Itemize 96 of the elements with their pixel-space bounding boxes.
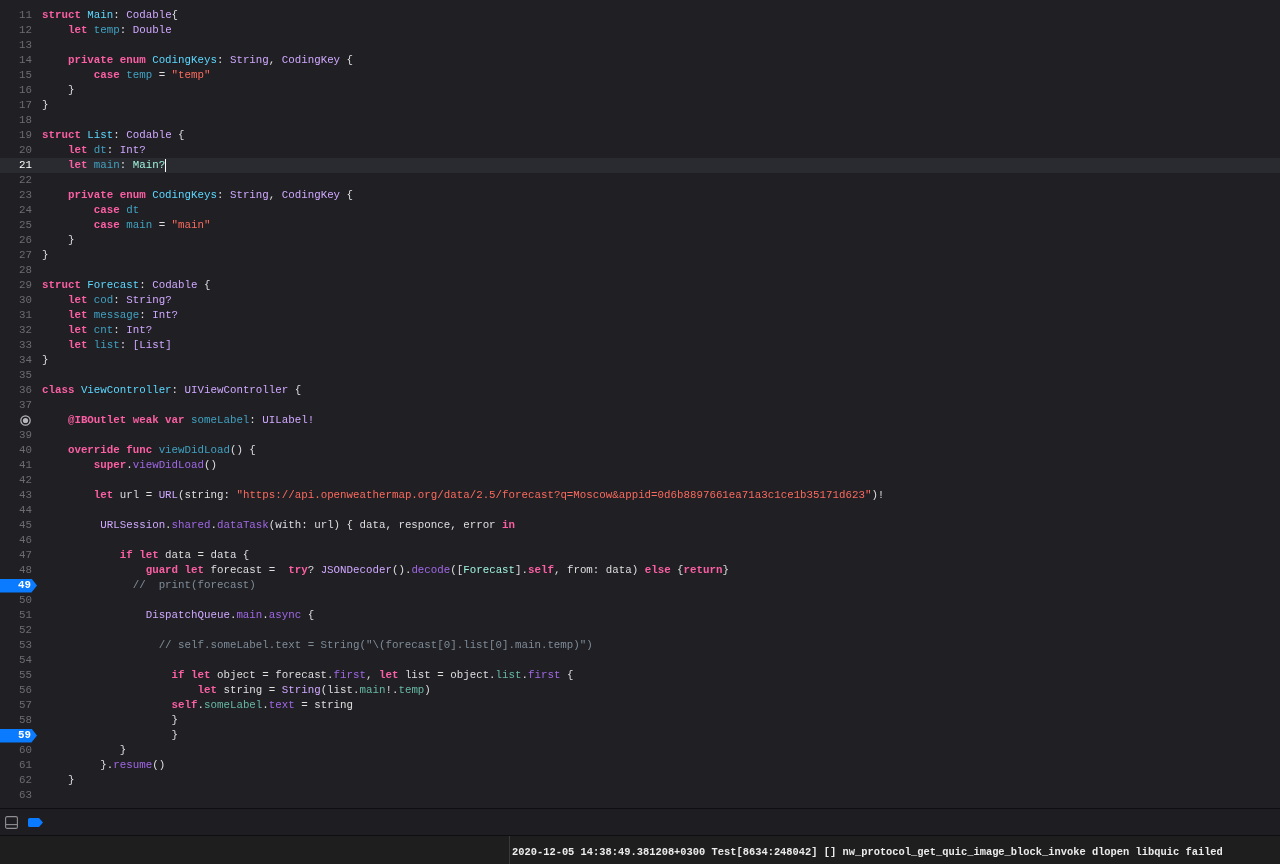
- code-line: }: [66, 233, 75, 249]
- line-number: 63: [19, 788, 32, 804]
- code-line: super.viewDidLoad(): [92, 458, 217, 474]
- line-number: 26: [19, 233, 32, 249]
- line-number: 18: [19, 113, 32, 129]
- panel-toggle-icon[interactable]: [5, 815, 18, 829]
- line-number: 23: [19, 188, 32, 204]
- line-number: 31: [19, 308, 32, 324]
- code-line: if let data = data {: [118, 548, 250, 564]
- code-line: guard let forecast = try? JSONDecoder().decode([Forecast].self, from: data) else {return}: [144, 563, 729, 579]
- outlet-connection-icon[interactable]: [20, 415, 31, 426]
- line-number: 47: [19, 548, 32, 564]
- code-line: struct Forecast: Codable {: [42, 278, 211, 294]
- code-line: }: [66, 773, 75, 789]
- code-line: self.someLabel.text = string: [170, 698, 354, 714]
- line-number: 13: [19, 38, 32, 54]
- code-line: let string = String(list.main!.temp): [196, 683, 431, 699]
- line-number: 50: [19, 593, 32, 609]
- line-number: 17: [19, 98, 32, 114]
- line-number: 20: [19, 143, 32, 159]
- code-line: }: [170, 713, 179, 729]
- console-output: 2020-12-05 14:38:49.381208+0300 Test[8634:248042] [] nw_protocol_get_quic_image_block_invoke dlopen libquic failed: [512, 846, 1223, 858]
- code-line: let list: [List]: [66, 338, 172, 354]
- breakpoint-toggle-icon[interactable]: [28, 817, 43, 827]
- line-number: 30: [19, 293, 32, 309]
- line-number: 27: [19, 248, 32, 264]
- line-number: 60: [19, 743, 32, 759]
- line-number: 45: [19, 518, 32, 534]
- code-line: }: [170, 728, 179, 744]
- code-line: private enum CodingKeys: String, CodingKey {: [66, 53, 354, 69]
- code-line: @IBOutlet weak var someLabel: UILabel!: [66, 413, 315, 429]
- code-line: let dt: Int?: [66, 143, 146, 159]
- code-line: let cnt: Int?: [66, 323, 153, 339]
- code-line: let message: Int?: [66, 308, 179, 324]
- line-number: 57: [19, 698, 32, 714]
- line-number: 54: [19, 653, 32, 669]
- code-line: case dt: [92, 203, 140, 219]
- code-line: // self.someLabel.text = String("\(forecast[0].list[0].main.temp)"): [157, 638, 593, 654]
- line-number: 62: [19, 773, 32, 789]
- code-line: struct List: Codable {: [42, 128, 185, 144]
- line-number: 58: [19, 713, 32, 729]
- line-number: 19: [19, 128, 32, 144]
- code-line: // print(forecast): [131, 578, 256, 594]
- code-line: private enum CodingKeys: String, CodingKey {: [66, 188, 354, 204]
- text-cursor: [165, 159, 167, 172]
- code-line: case main = "main": [92, 218, 211, 234]
- line-number: 53: [19, 638, 32, 654]
- line-number: 51: [19, 608, 32, 624]
- breakpoint-marker[interactable]: 59: [0, 728, 37, 743]
- line-number: 32: [19, 323, 32, 339]
- line-number: 61: [19, 758, 32, 774]
- line-number: 15: [19, 68, 32, 84]
- line-number: 21: [19, 158, 32, 174]
- line-number: 43: [19, 488, 32, 504]
- code-line: }: [118, 743, 127, 759]
- line-number: 44: [19, 503, 32, 519]
- line-number: 42: [19, 473, 32, 489]
- line-number: 39: [19, 428, 32, 444]
- line-number: 52: [19, 623, 32, 639]
- line-number: 55: [19, 668, 32, 684]
- code-line: if let object = forecast.first, let list = object.list.first {: [170, 668, 574, 684]
- line-number: 11: [19, 8, 32, 24]
- line-number: 56: [19, 683, 32, 699]
- line-number: 46: [19, 533, 32, 549]
- code-line: class ViewController: UIViewController {: [42, 383, 302, 399]
- line-number: 28: [19, 263, 32, 279]
- line-number: 36: [19, 383, 32, 399]
- code-line: let main: Main?: [66, 158, 166, 174]
- line-number: 16: [19, 83, 32, 99]
- line-number: 22: [19, 173, 32, 189]
- line-number: 25: [19, 218, 32, 234]
- code-line: let url = URL(string: "https://api.openweathermap.org/data/2.5/forecast?q=Moscow&appid=0d6b8897661ea71a3c1ce1b35171d623")!: [92, 488, 885, 504]
- line-number: 29: [19, 278, 32, 294]
- breakpoint-marker[interactable]: 49: [0, 578, 37, 593]
- line-number: 12: [19, 23, 32, 39]
- line-number: 37: [19, 398, 32, 414]
- code-line: }.resume(): [99, 758, 166, 774]
- code-line: }: [42, 248, 49, 264]
- code-line: struct Main: Codable{: [42, 8, 179, 24]
- code-line: }: [66, 83, 75, 99]
- code-line: override func viewDidLoad() {: [66, 443, 256, 459]
- line-number: 34: [19, 353, 32, 369]
- line-number: 41: [19, 458, 32, 474]
- code-line: let cod: String?: [66, 293, 172, 309]
- line-number: 40: [19, 443, 32, 459]
- code-line: }: [42, 353, 49, 369]
- code-line: URLSession.shared.dataTask(with: url) { data, responce, error in: [99, 518, 516, 534]
- line-number: 14: [19, 53, 32, 69]
- code-line: }: [42, 98, 49, 114]
- line-number: 24: [19, 203, 32, 219]
- line-number: 35: [19, 368, 32, 384]
- code-line: case temp = "temp": [92, 68, 211, 84]
- code-line: let temp: Double: [66, 23, 172, 39]
- line-number: 48: [19, 563, 32, 579]
- code-line: DispatchQueue.main.async {: [144, 608, 315, 624]
- line-number: 33: [19, 338, 32, 354]
